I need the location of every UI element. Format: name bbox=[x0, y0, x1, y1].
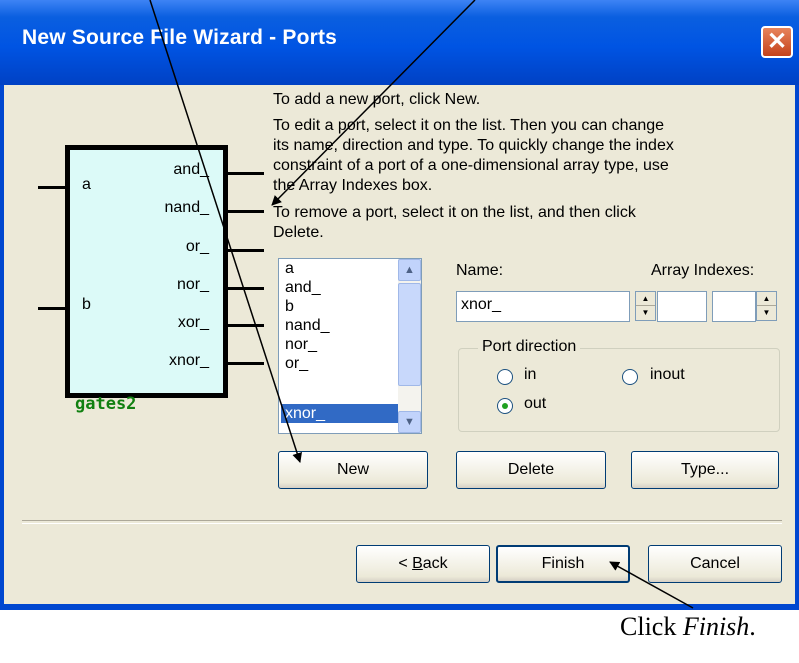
type-button[interactable]: Type... bbox=[631, 451, 779, 489]
list-scrollbar[interactable]: ▲ ▼ bbox=[398, 259, 421, 433]
scroll-down-button[interactable]: ▼ bbox=[398, 411, 421, 433]
list-item-selected[interactable]: xnor_ bbox=[281, 404, 398, 423]
delete-button[interactable]: Delete bbox=[456, 451, 606, 489]
output-pin bbox=[228, 362, 264, 365]
symbol-input-label: a bbox=[82, 176, 91, 193]
input-pin-b bbox=[38, 307, 66, 310]
radio-in[interactable] bbox=[497, 369, 513, 385]
list-item[interactable]: nor_ bbox=[285, 335, 317, 354]
radio-selected-dot bbox=[502, 403, 508, 409]
caption-text: Click bbox=[620, 612, 683, 641]
radio-in-label[interactable]: in bbox=[524, 366, 536, 384]
window-frame-right bbox=[795, 85, 799, 610]
close-button[interactable]: ✕ bbox=[761, 26, 793, 58]
list-item[interactable]: nand_ bbox=[285, 316, 330, 335]
port-direction-group bbox=[458, 348, 780, 432]
index-from-spinner[interactable]: ▲ ▼ bbox=[635, 291, 656, 321]
instruction-line: To remove a port, select it on the list,… bbox=[273, 204, 636, 221]
close-icon: ✕ bbox=[766, 28, 788, 55]
back-rest: ack bbox=[422, 555, 448, 572]
output-pin bbox=[228, 287, 264, 290]
back-button[interactable]: < Back bbox=[356, 545, 490, 583]
window-frame-left bbox=[0, 85, 4, 610]
scroll-thumb[interactable] bbox=[398, 283, 421, 386]
symbol-output-label: nor_ bbox=[176, 276, 209, 293]
symbol-output-label: xor_ bbox=[177, 314, 209, 331]
symbol-input-label: b bbox=[82, 296, 91, 313]
title-bar[interactable]: New Source File Wizard - Ports ✕ bbox=[0, 0, 799, 85]
list-item[interactable]: a bbox=[285, 259, 294, 278]
new-button[interactable]: New bbox=[278, 451, 428, 489]
symbol-output-label: and_ bbox=[173, 161, 209, 178]
instruction-line: To add a new port, click New. bbox=[273, 91, 481, 108]
instruction-line: To edit a port, select it on the list. T… bbox=[273, 117, 665, 134]
input-pin-a bbox=[38, 186, 66, 189]
window-title: New Source File Wizard - Ports bbox=[22, 26, 338, 49]
instruction-line: constraint of a port of a one-dimensiona… bbox=[273, 157, 669, 174]
name-field[interactable]: xnor_ bbox=[456, 291, 630, 322]
output-pin bbox=[228, 172, 264, 175]
symbol-name: gates2 bbox=[75, 394, 137, 414]
window-frame-bottom bbox=[0, 604, 799, 610]
name-label: Name: bbox=[456, 262, 504, 279]
output-pin bbox=[228, 210, 264, 213]
cancel-button[interactable]: Cancel bbox=[648, 545, 782, 583]
caption: Click Finish. bbox=[620, 612, 756, 642]
caption-emphasis: Finish bbox=[682, 612, 750, 641]
radio-inout-label[interactable]: inout bbox=[650, 366, 685, 384]
list-item[interactable]: or_ bbox=[285, 354, 308, 373]
caption-end: . bbox=[749, 612, 756, 641]
separator bbox=[22, 520, 782, 524]
instruction-line: the Array Indexes box. bbox=[273, 177, 433, 194]
instruction-line: its name, direction and type. To quickly… bbox=[273, 137, 674, 154]
list-item[interactable]: and_ bbox=[285, 278, 321, 297]
radio-out[interactable] bbox=[497, 398, 513, 414]
index-from-field[interactable] bbox=[657, 291, 707, 322]
output-pin bbox=[228, 249, 264, 252]
back-prefix: < bbox=[398, 555, 413, 572]
port-direction-title: Port direction bbox=[478, 338, 581, 356]
index-to-field[interactable] bbox=[712, 291, 756, 322]
array-indexes-label: Array Indexes: bbox=[651, 262, 755, 279]
output-pin bbox=[228, 324, 264, 327]
symbol-output-label: or_ bbox=[185, 238, 209, 255]
symbol-output-label: nand_ bbox=[164, 199, 210, 216]
list-item[interactable]: b bbox=[285, 297, 294, 316]
radio-inout[interactable] bbox=[622, 369, 638, 385]
wizard-dialog: New Source File Wizard - Ports ✕ To add … bbox=[0, 0, 799, 610]
radio-out-label[interactable]: out bbox=[524, 395, 546, 413]
index-to-spinner[interactable]: ▲ ▼ bbox=[756, 291, 777, 321]
back-accelerator: B bbox=[412, 555, 423, 572]
symbol-output-label: xnor_ bbox=[168, 352, 209, 369]
finish-button[interactable]: Finish bbox=[496, 545, 630, 583]
instruction-line: Delete. bbox=[273, 224, 324, 241]
scroll-up-button[interactable]: ▲ bbox=[398, 259, 421, 281]
